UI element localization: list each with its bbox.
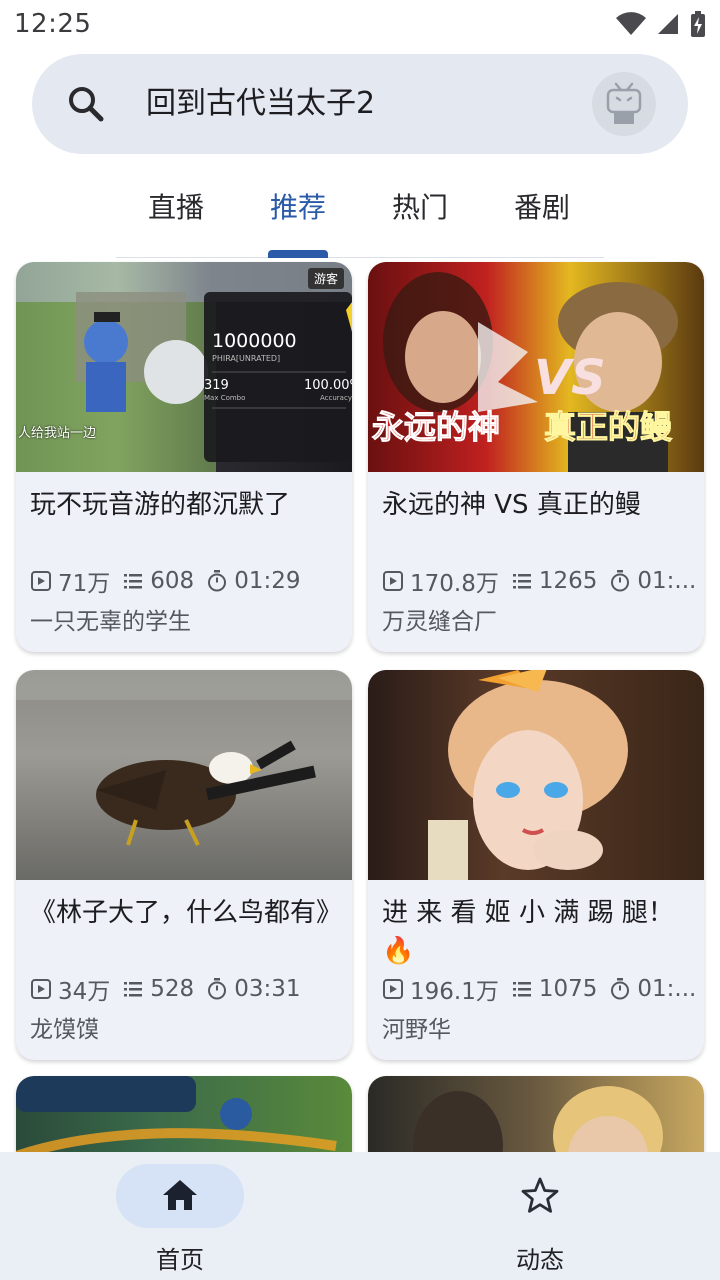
thumbnail-score: 1000000 bbox=[212, 330, 297, 352]
status-bar: 12:25 bbox=[0, 0, 720, 48]
tab-label: 直播 bbox=[147, 191, 204, 224]
thumbnail-vs: VS bbox=[534, 350, 606, 406]
nav-home-label: 首页 bbox=[156, 1246, 204, 1274]
view-count: 71万 bbox=[58, 571, 111, 597]
video-stats: 34万 528 03:31 bbox=[30, 972, 346, 1006]
home-icon bbox=[163, 1180, 197, 1210]
play-count-icon bbox=[31, 979, 51, 999]
thumbnail-left-caption: 永远的神 bbox=[371, 408, 501, 447]
duration: 01:... bbox=[637, 976, 697, 1002]
video-stats: 71万 608 01:29 bbox=[30, 564, 346, 598]
video-card[interactable]: VS 永远的神 真正的鳗 永远的神 VS 真正的鳗 170.8万 1265 01… bbox=[368, 262, 704, 652]
play-count-icon bbox=[31, 571, 51, 591]
danmaku-count: 1075 bbox=[538, 976, 598, 1002]
video-title: 玩不玩音游的都沉默了 bbox=[30, 490, 291, 520]
video-stats: 170.8万 1265 01:... bbox=[382, 564, 698, 598]
cellular-signal-icon bbox=[658, 14, 678, 34]
thumbnail-art bbox=[428, 670, 628, 880]
video-author: 龙馍馍 bbox=[30, 1017, 99, 1043]
video-card[interactable]: 游客 1000000 PHIRA[UNRATED] 319 Max Combo … bbox=[16, 262, 352, 652]
thumbnail-acc: 100.00% bbox=[304, 378, 352, 393]
thumbnail-acc-label: Accuracy bbox=[320, 394, 352, 402]
video-card[interactable]: 进 来 看 姬 小 满 踢 腿！🔥 196.1万 1075 01:... 河野华 bbox=[368, 670, 704, 1060]
tab-recommended[interactable]: 推荐 bbox=[238, 180, 358, 258]
tab-bangumi[interactable]: 番剧 bbox=[482, 180, 602, 258]
thumbnail-combo: 319 bbox=[204, 378, 229, 393]
danmaku-count: 1265 bbox=[538, 568, 598, 594]
thumbnail-badge: 游客 bbox=[307, 268, 344, 289]
thumbnail-art bbox=[16, 670, 352, 846]
nav-home[interactable]: 首页 bbox=[64, 1164, 304, 1274]
thumbnail-combo-label: Max Combo bbox=[204, 394, 246, 402]
status-icons bbox=[616, 11, 706, 37]
video-title: 进 来 看 姬 小 满 踢 腿！🔥 bbox=[382, 898, 674, 966]
video-stats: 196.1万 1075 01:... bbox=[382, 972, 698, 1006]
view-count: 34万 bbox=[58, 979, 111, 1005]
danmaku-icon bbox=[512, 574, 531, 589]
danmaku-icon bbox=[512, 982, 531, 997]
video-author: 河野华 bbox=[382, 1017, 451, 1043]
video-title: 永远的神 VS 真正的鳗 bbox=[382, 490, 641, 520]
search-icon[interactable] bbox=[66, 84, 106, 124]
duration: 01:... bbox=[637, 568, 697, 594]
search-bar[interactable]: 回到古代当太子2 bbox=[32, 54, 688, 154]
battery-icon bbox=[691, 11, 705, 37]
star-icon bbox=[521, 1177, 559, 1213]
danmaku-icon bbox=[124, 982, 143, 997]
tab-bar: 直播 推荐 热门 番剧 bbox=[116, 180, 604, 258]
nav-feed[interactable]: 动态 bbox=[424, 1164, 664, 1274]
view-count: 170.8万 bbox=[410, 571, 499, 597]
bottom-navigation: 首页 动态 bbox=[0, 1152, 720, 1280]
video-thumbnail: 游客 1000000 PHIRA[UNRATED] 319 Max Combo … bbox=[16, 262, 352, 472]
video-title: 《林子大了，什么鸟都有》 bbox=[30, 898, 343, 928]
thumbnail-right-caption: 真正的鳗 bbox=[543, 408, 673, 447]
video-thumbnail bbox=[368, 670, 704, 880]
tab-label: 推荐 bbox=[269, 191, 326, 224]
tab-live[interactable]: 直播 bbox=[116, 180, 236, 258]
view-count: 196.1万 bbox=[410, 979, 499, 1005]
nav-feed-label: 动态 bbox=[516, 1246, 564, 1274]
search-input[interactable]: 回到古代当太子2 bbox=[146, 84, 375, 124]
video-author: 一只无辜的学生 bbox=[30, 609, 191, 635]
play-count-icon bbox=[383, 571, 403, 591]
tab-label: 番剧 bbox=[513, 191, 570, 224]
tab-hot[interactable]: 热门 bbox=[360, 180, 480, 258]
duration: 03:31 bbox=[234, 976, 301, 1002]
timer-icon bbox=[611, 570, 630, 592]
video-thumbnail bbox=[16, 670, 352, 880]
timer-icon bbox=[611, 978, 630, 1000]
video-thumbnail: VS 永远的神 真正的鳗 bbox=[368, 262, 704, 472]
video-card[interactable]: 《林子大了，什么鸟都有》 34万 528 03:31 龙馍馍 bbox=[16, 670, 352, 1060]
timer-icon bbox=[208, 570, 227, 592]
bilibili-tv-icon bbox=[606, 82, 642, 124]
danmaku-icon bbox=[124, 574, 143, 589]
timer-icon bbox=[208, 978, 227, 1000]
tab-indicator bbox=[268, 250, 328, 258]
thumbnail-sub: PHIRA[UNRATED] bbox=[212, 354, 281, 363]
avatar[interactable] bbox=[592, 72, 656, 136]
status-time: 12:25 bbox=[14, 9, 92, 39]
wifi-icon bbox=[616, 12, 646, 35]
danmaku-count: 608 bbox=[150, 568, 195, 594]
video-author: 万灵缝合厂 bbox=[382, 609, 497, 635]
thumbnail-caption: 人给我站一边 bbox=[18, 426, 97, 441]
danmaku-count: 528 bbox=[150, 976, 195, 1002]
play-count-icon bbox=[383, 979, 403, 999]
tab-label: 热门 bbox=[391, 191, 448, 224]
duration: 01:29 bbox=[234, 568, 301, 594]
